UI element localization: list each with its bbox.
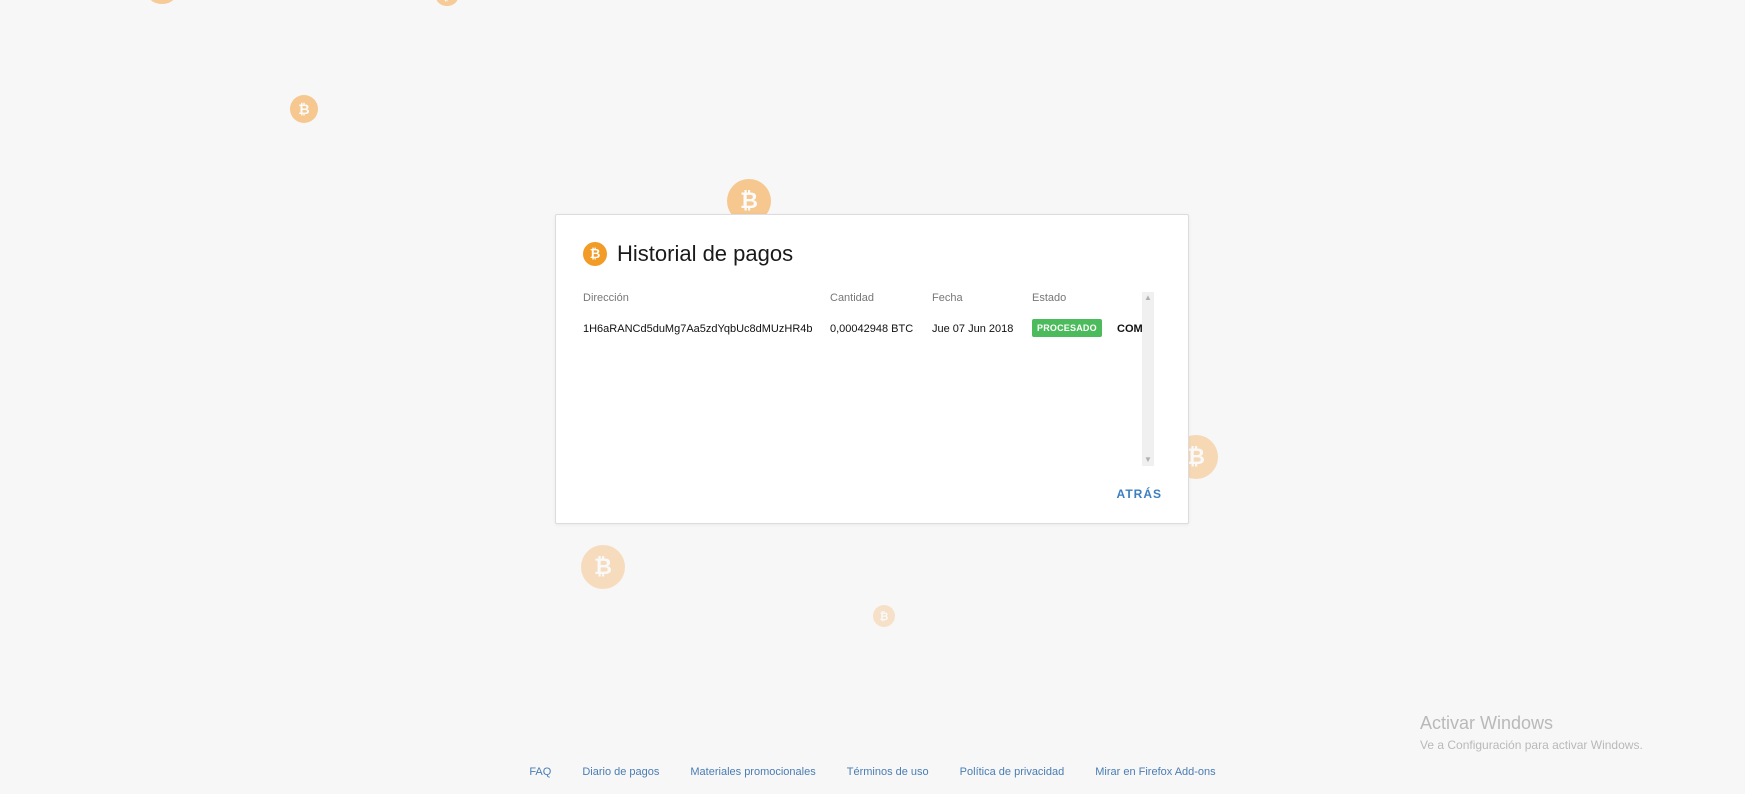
scroll-down-icon[interactable]: ▼	[1142, 454, 1154, 466]
column-header-address: Dirección	[583, 292, 629, 304]
cell-amount: 0,00042948 BTC	[830, 323, 914, 335]
cell-extra: COMP	[1117, 323, 1143, 335]
footer-link-faq[interactable]: FAQ	[529, 766, 551, 778]
back-button[interactable]: ATRÁS	[1117, 487, 1162, 501]
bitcoin-bg-icon: ₿	[581, 545, 625, 589]
bitcoin-bg-icon: ₿	[873, 605, 895, 627]
payments-table: Dirección Cantidad Fecha Estado 1H6aRANC…	[583, 292, 1154, 466]
column-header-status: Estado	[1032, 292, 1067, 304]
footer-link-payments-log[interactable]: Diario de pagos	[582, 766, 659, 778]
status-badge: PROCESADO	[1032, 319, 1102, 337]
watermark-subtitle: Ve a Configuración para activar Windows.	[1420, 738, 1643, 752]
bitcoin-bg-icon: ₿	[290, 95, 318, 123]
footer-links: FAQ Diario de pagos Materiales promocion…	[0, 766, 1745, 778]
footer-link-promo-materials[interactable]: Materiales promocionales	[690, 766, 815, 778]
footer-link-terms[interactable]: Términos de uso	[847, 766, 929, 778]
cell-date: Jue 07 Jun 2018	[932, 323, 1014, 335]
footer-link-firefox-addons[interactable]: Mirar en Firefox Add-ons	[1095, 766, 1215, 778]
footer-link-privacy[interactable]: Política de privacidad	[960, 766, 1065, 778]
payments-table-scroll-area[interactable]: Dirección Cantidad Fecha Estado 1H6aRANC…	[583, 292, 1143, 466]
dialog-title: Historial de pagos	[617, 241, 794, 266]
watermark-title: Activar Windows	[1420, 713, 1554, 733]
scroll-up-icon[interactable]: ▲	[1142, 292, 1154, 304]
payment-history-dialog: ₿ Historial de pagos Dirección Cantidad …	[555, 214, 1189, 524]
dialog-header: ₿ Historial de pagos	[583, 241, 793, 267]
bitcoin-bg-icon: ₿	[148, 0, 176, 4]
bitcoin-icon: ₿	[583, 242, 607, 266]
vertical-scrollbar[interactable]: ▲ ▼	[1142, 292, 1154, 466]
cell-address: 1H6aRANCd5duMg7Aa5zdYqbUc8dMUzHR4b	[583, 323, 813, 335]
cell-status: PROCESADO	[1032, 319, 1102, 341]
column-header-date: Fecha	[932, 292, 963, 304]
bitcoin-bg-icon: ₿	[436, 0, 458, 6]
windows-activation-watermark: Activar Windows Ve a Configuración para …	[1420, 713, 1643, 752]
column-header-amount: Cantidad	[830, 292, 875, 304]
